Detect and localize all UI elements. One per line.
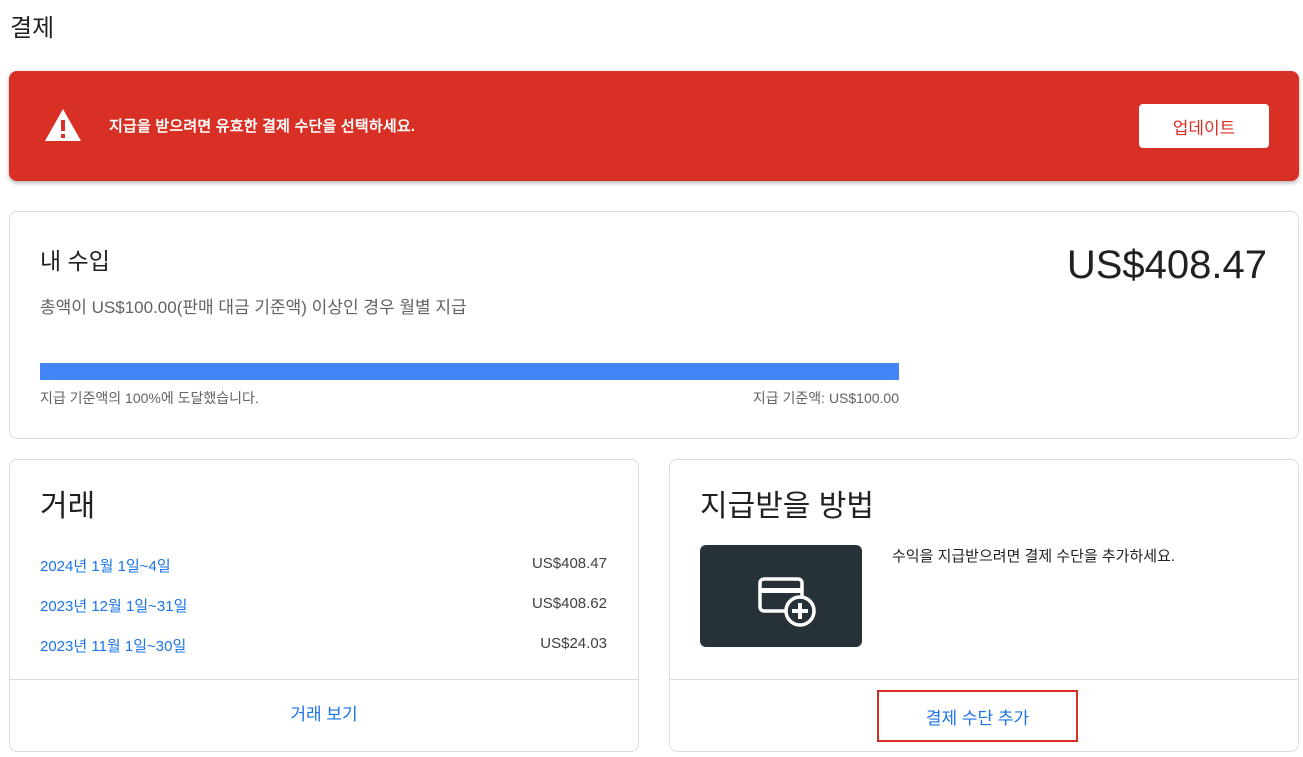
alert-message: 지급을 받으려면 유효한 결제 수단을 선택하세요. [109,118,416,135]
transaction-row: 2023년 11월 1일~30일 US$24.03 [40,635,607,657]
view-transactions-button[interactable]: 거래 보기 [10,700,638,725]
payout-method-description: 수익을 지급받으려면 결제 수단을 추가하세요. [892,548,1176,565]
payout-method-divider [670,679,1298,680]
transaction-period-link[interactable]: 2023년 11월 1일~30일 [40,635,186,656]
warning-icon [45,109,81,141]
transaction-amount: US$408.62 [531,595,607,612]
payout-progress-bar [40,363,899,380]
payout-method-title: 지급받을 방법 [700,490,874,523]
add-payment-method-tile[interactable] [700,545,862,647]
transactions-title: 거래 [40,490,96,523]
payments-page: 결제 지급을 받으려면 유효한 결제 수단을 선택하세요. 업데이트 내 수입 … [0,0,1303,757]
update-button[interactable]: 업데이트 [1139,104,1269,148]
transaction-period-link[interactable]: 2023년 12월 1일~31일 [40,595,187,616]
transaction-row: 2023년 12월 1일~31일 US$408.62 [40,595,607,617]
transaction-amount: US$24.03 [540,635,607,652]
earnings-title: 내 수입 [40,248,110,274]
add-card-icon [758,577,816,627]
payout-threshold-label: 지급 기준액: US$100.00 [752,390,899,406]
transactions-divider [10,679,638,680]
add-payment-method-button[interactable]: 결제 수단 추가 [877,690,1078,742]
progress-status-label: 지급 기준액의 100%에 도달했습니다. [40,390,259,406]
earnings-subtitle: 총액이 US$100.00(판매 대금 기준액) 이상인 경우 월별 지급 [40,298,467,317]
earnings-amount: US$408.47 [1066,243,1267,287]
transaction-amount: US$408.47 [531,555,607,572]
page-title: 결제 [10,15,55,42]
transaction-period-link[interactable]: 2024년 1월 1일~4일 [40,555,171,576]
payout-progress-fill [40,363,899,380]
transaction-row: 2024년 1월 1일~4일 US$408.47 [40,555,607,577]
